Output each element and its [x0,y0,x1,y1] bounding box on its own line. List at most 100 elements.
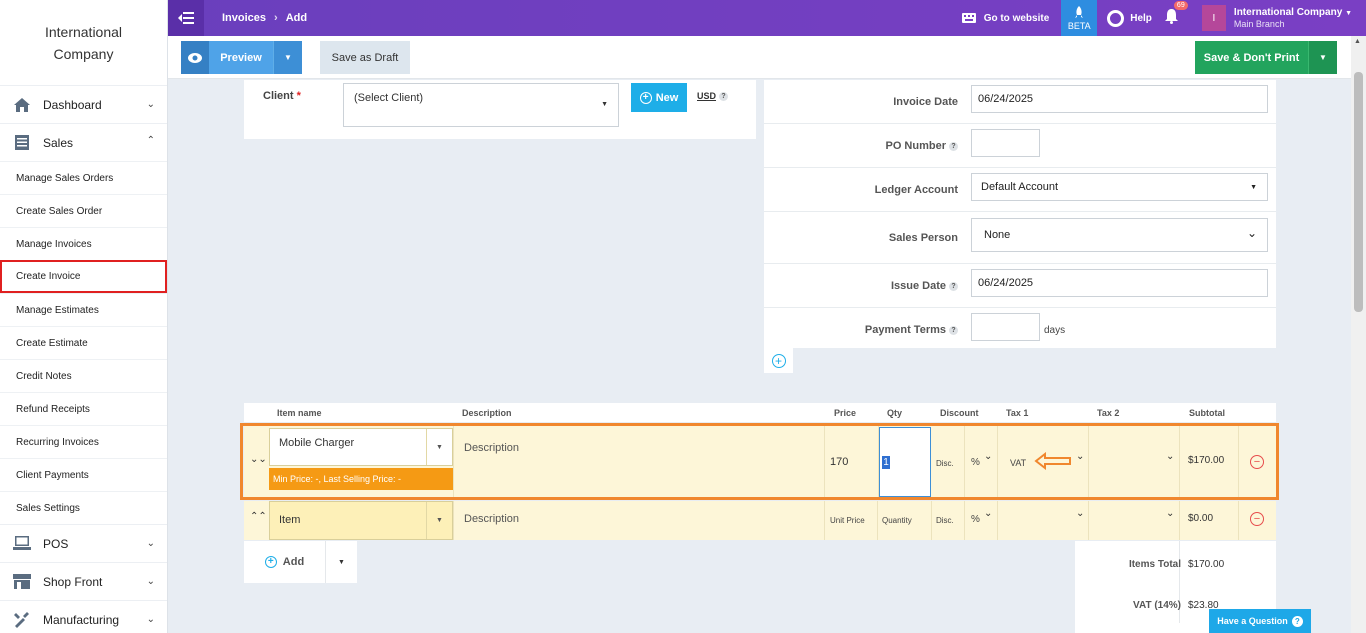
breadcrumb-invoices[interactable]: Invoices [222,12,266,24]
help-icon: ? [719,92,729,102]
client-select[interactable]: (Select Client) ▼ [343,83,619,127]
sidebar-item-shop-front[interactable]: Shop Front ⌄ [0,562,167,600]
add-field-button[interactable]: + [764,348,793,373]
discount-cell[interactable]: Disc. [932,426,965,498]
lifebuoy-icon [1107,9,1125,27]
chevron-down-icon: ⌄ [1076,451,1085,462]
invoice-date-input[interactable]: 06/24/2025 [971,85,1268,113]
preview-button[interactable]: Preview [209,41,273,74]
go-to-website-link[interactable]: Go to website [950,11,1062,26]
caret-down-icon: ▼ [1345,10,1352,17]
save-button-group: Save & Don't Print ▼ [1195,41,1337,74]
sidebar-item-create-invoice[interactable]: Create Invoice [0,260,167,293]
preview-dropdown-icon[interactable]: ▼ [273,41,302,74]
have-a-question-button[interactable]: Have a Question ? [1209,609,1311,633]
sidebar-item-client-payments[interactable]: Client Payments [0,458,167,491]
monitor-icon [12,536,32,552]
add-item-button[interactable]: + Add [244,541,326,583]
add-dropdown-icon[interactable]: ▼ [326,541,357,583]
chevron-down-icon: ⌄ [146,99,155,110]
discount-type-select[interactable]: % ⌄ [965,426,998,498]
add-item-bar: + Add ▼ [244,541,357,583]
save-dont-print-button[interactable]: Save & Don't Print [1195,41,1308,74]
new-client-button[interactable]: + New [631,83,687,112]
store-icon [12,574,32,590]
tools-icon [12,611,32,628]
sidebar-item-refund-receipts[interactable]: Refund Receipts [0,392,167,425]
sidebar-item-sales[interactable]: Sales ⌃ [0,123,167,161]
sidebar-item-sales-settings[interactable]: Sales Settings [0,491,167,524]
help-icon: ? [949,141,958,151]
page-scrollbar[interactable]: ▲ [1351,36,1366,633]
description-cell[interactable]: Description [453,426,825,498]
tax2-select[interactable]: ⌄ [1089,501,1180,540]
remove-row-icon[interactable]: − [1250,512,1264,526]
double-chevron-up-icon[interactable]: ⌃⌃ [250,511,267,522]
scroll-up-icon[interactable]: ▲ [1354,38,1361,45]
sidebar-item-manufacturing[interactable]: Manufacturing ⌄ [0,600,167,633]
client-panel: Client * (Select Client) ▼ + New USD? [244,80,756,139]
question-icon: ? [1291,615,1303,627]
sidebar-item-dashboard[interactable]: Dashboard ⌄ [0,85,167,123]
sales-icon [12,135,32,151]
home-icon [12,97,32,113]
sidebar-item-create-estimate[interactable]: Create Estimate [0,326,167,359]
eye-icon[interactable] [181,41,209,74]
remove-row-icon[interactable]: − [1250,455,1264,469]
sidebar-item-manage-estimates[interactable]: Manage Estimates [0,293,167,326]
chevron-down-icon: ⌄ [146,538,155,549]
sales-submenu: Manage Sales Orders Create Sales Order M… [0,161,167,524]
chevron-down-icon: ⌄ [984,451,993,462]
discount-cell[interactable]: Disc. [932,501,965,540]
chevron-down-icon: ⌄ [1246,226,1257,240]
arrow-left-icon [1034,451,1072,473]
item-select[interactable]: Item ▼ [269,501,453,540]
sidebar-item-recurring-invoices[interactable]: Recurring Invoices [0,425,167,458]
top-bar: Invoices › Add Go to website BETA Help 69 … [168,0,1366,36]
issue-date-input[interactable]: 06/24/2025 [971,269,1268,297]
double-chevron-down-icon[interactable]: ⌄⌄ [250,454,267,465]
sidebar-item-create-sales-order[interactable]: Create Sales Order [0,194,167,227]
notifications-button[interactable]: 69 [1164,1,1188,28]
chevron-down-icon: ⌄ [1166,508,1175,519]
client-label: Client * [263,90,301,102]
ledger-account-row: Ledger Account Default Account ▼ [764,168,1276,212]
discount-type-select[interactable]: % ⌄ [965,501,998,540]
price-cell[interactable]: Unit Price [825,501,878,540]
quantity-cell[interactable]: Quantity [878,501,932,540]
item-select[interactable]: Mobile Charger ▼ [269,428,453,466]
payment-terms-input[interactable] [971,313,1040,341]
quantity-input[interactable]: 1 [879,427,931,497]
sidebar-item-manage-invoices[interactable]: Manage Invoices [0,227,167,260]
items-table-header: Item name Description Price Qty Discount… [244,403,1276,422]
menu-toggle-icon[interactable] [168,0,204,36]
help-icon: ? [949,281,958,291]
currency-link[interactable]: USD? [697,91,729,102]
tax2-select[interactable]: ⌄ [1089,426,1180,498]
price-cell[interactable]: 170 [825,426,879,498]
save-as-draft-button[interactable]: Save as Draft [320,41,410,74]
breadcrumb-add: Add [285,12,308,24]
beta-button[interactable]: BETA [1061,0,1098,36]
tax1-select[interactable]: VAT ⌄ [998,426,1089,498]
save-dropdown-icon[interactable]: ▼ [1308,41,1337,74]
sidebar-item-credit-notes[interactable]: Credit Notes [0,359,167,392]
po-number-input[interactable] [971,129,1040,157]
chevron-up-icon: ⌃ [146,135,155,146]
caret-down-icon: ▼ [601,101,608,108]
ledger-account-select[interactable]: Default Account ▼ [971,173,1268,201]
sales-person-select[interactable]: None ⌄ [971,218,1268,252]
description-cell[interactable]: Description [453,501,825,540]
user-menu[interactable]: I International Company ▼ Main Branch [1198,0,1366,36]
tax1-select[interactable]: ⌄ [998,501,1089,540]
chevron-down-icon: ⌄ [984,508,993,519]
preview-button-group: Preview ▼ [181,41,302,74]
payment-terms-row: Payment Terms? days [764,308,1276,352]
scrollbar-thumb[interactable] [1354,72,1363,312]
chevron-down-icon: ⌄ [146,614,155,625]
chevron-down-icon: ⌄ [1166,451,1175,462]
sidebar-item-manage-sales-orders[interactable]: Manage Sales Orders [0,161,167,194]
help-button[interactable]: Help [1097,9,1164,27]
sidebar-item-pos[interactable]: POS ⌄ [0,524,167,562]
sidebar: International Company Dashboard ⌄ Sales … [0,0,168,633]
